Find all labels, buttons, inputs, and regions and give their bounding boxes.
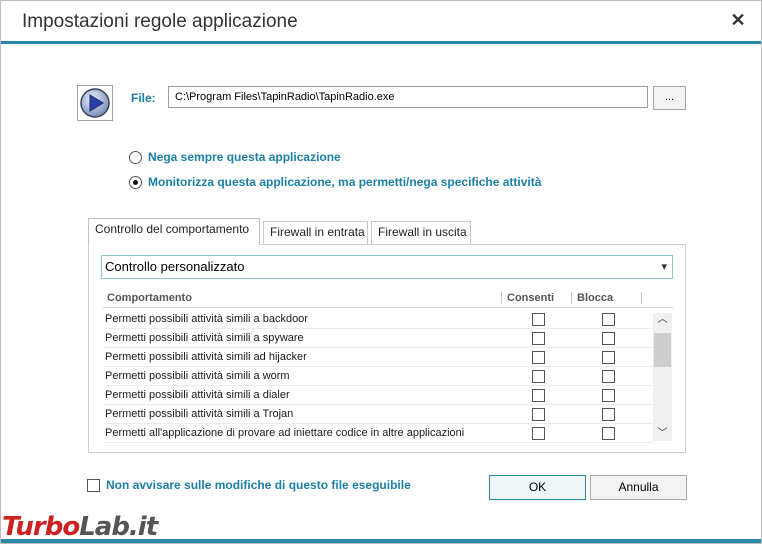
notify-label: Non avvisare sulle modifiche di questo f… [106,478,411,492]
tab-firewall-inbound[interactable]: Firewall in entrata [263,221,368,244]
behavior-mode-value: Controllo personalizzato [105,259,245,274]
dialog-window: Impostazioni regole applicazione ✕ File:… [0,0,762,544]
chevron-up-icon[interactable]: ︿ [653,313,672,327]
option-deny-always[interactable]: Nega sempre questa applicazione [129,150,341,164]
grid-header: Comportamento Consenti Blocca [103,289,673,308]
table-row[interactable]: Permetti possibili attività simili a dia… [103,386,653,405]
table-row[interactable]: Permetti possibili attività simili a bac… [103,310,653,329]
row-label: Permetti all'applicazione di provare ad … [105,427,465,439]
radio-deny-always[interactable] [129,150,142,164]
chevron-down-icon: ▾ [661,261,667,273]
ok-button[interactable]: OK [489,475,586,500]
behavior-list: Permetti possibili attività simili a bac… [103,310,653,443]
title-divider [1,41,761,44]
column-divider[interactable] [501,292,502,304]
allow-checkbox[interactable] [532,351,545,364]
watermark-logo: TurboLab.it [2,512,158,542]
scrollbar-thumb[interactable] [654,333,671,367]
block-checkbox[interactable] [602,332,615,345]
vertical-scrollbar[interactable]: ︿ ﹀ [653,313,672,441]
window-title: Impostazioni regole applicazione [22,11,298,32]
row-label: Permetti possibili attività simili a Tro… [105,408,294,420]
watermark-part1: Turbo [2,512,80,542]
column-block: Blocca [577,292,614,304]
file-label: File: [131,91,156,105]
file-path-field[interactable]: C:\Program Files\TapinRadio\TapinRadio.e… [168,86,648,108]
allow-checkbox[interactable] [532,389,545,402]
behavior-mode-select[interactable]: Controllo personalizzato ▾ [101,255,673,279]
block-checkbox[interactable] [602,313,615,326]
close-icon[interactable]: ✕ [727,9,749,31]
table-row[interactable]: Permetti possibili attività simili a spy… [103,329,653,348]
watermark-part2: Lab.it [79,512,158,542]
row-label: Permetti possibili attività simili a spy… [105,332,304,344]
row-label: Permetti possibili attività simili ad hi… [105,351,307,363]
tab-behavior-control[interactable]: Controllo del comportamento [88,218,260,245]
row-label: Permetti possibili attività simili a dia… [105,389,290,401]
column-divider[interactable] [641,292,642,304]
allow-checkbox[interactable] [532,332,545,345]
tab-firewall-outbound[interactable]: Firewall in uscita [371,221,471,244]
block-checkbox[interactable] [602,408,615,421]
allow-checkbox[interactable] [532,427,545,440]
allow-checkbox[interactable] [532,408,545,421]
block-checkbox[interactable] [602,389,615,402]
table-row[interactable]: Permetti all'applicazione di provare ad … [103,424,653,443]
option-monitor[interactable]: Monitorizza questa applicazione, ma perm… [129,175,541,189]
table-row[interactable]: Permetti possibili attività simili ad hi… [103,348,653,367]
block-checkbox[interactable] [602,370,615,383]
column-divider[interactable] [571,292,572,304]
row-label: Permetti possibili attività simili a bac… [105,313,308,325]
block-checkbox[interactable] [602,351,615,364]
cancel-button[interactable]: Annulla [590,475,687,500]
row-label: Permetti possibili attività simili a wor… [105,370,290,382]
column-allow: Consenti [507,292,555,304]
option-monitor-label: Monitorizza questa applicazione, ma perm… [148,175,542,189]
table-row[interactable]: Permetti possibili attività simili a Tro… [103,405,653,424]
table-row[interactable]: Permetti possibili attività simili a wor… [103,367,653,386]
chevron-down-icon[interactable]: ﹀ [653,427,672,441]
notify-option[interactable]: Non avvisare sulle modifiche di questo f… [87,478,411,492]
block-checkbox[interactable] [602,427,615,440]
application-icon [77,85,113,121]
option-deny-always-label: Nega sempre questa applicazione [148,150,341,164]
notify-checkbox[interactable] [87,478,100,492]
allow-checkbox[interactable] [532,313,545,326]
allow-checkbox[interactable] [532,370,545,383]
title-bar: Impostazioni regole applicazione ✕ [1,1,761,41]
radio-monitor[interactable] [129,175,142,189]
browse-button[interactable]: ... [653,86,686,110]
column-behavior: Comportamento [107,292,192,304]
